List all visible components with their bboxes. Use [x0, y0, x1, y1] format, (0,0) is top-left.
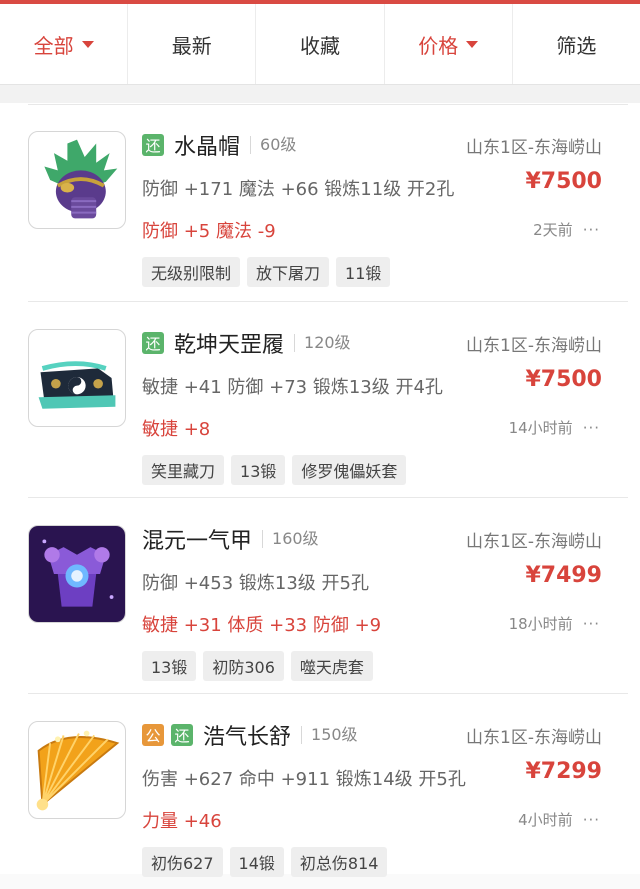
tab-price[interactable]: 价格: [385, 4, 513, 84]
item-name: 乾坤天罡履: [174, 333, 285, 358]
tab-label: 价格: [418, 33, 459, 58]
tab-latest[interactable]: 最新: [128, 4, 257, 84]
tag: 13锻: [231, 455, 286, 485]
item-level: 60级: [250, 136, 296, 154]
tab-filter[interactable]: 筛选: [513, 4, 640, 84]
tab-label: 全部: [33, 33, 74, 58]
item-title-row: 混元一气甲 160级: [142, 523, 319, 555]
item-stats: 伤害 +627 命中 +911 锻炼14级 开5孔: [142, 769, 466, 790]
server-name: 山东1区-东海崂山: [466, 336, 602, 356]
divider: [28, 497, 628, 498]
more-options-icon[interactable]: ···: [583, 811, 600, 829]
time-row: 14小时前 ···: [509, 417, 600, 438]
item-bonus: 力量 +46: [142, 811, 222, 832]
divider: [28, 693, 628, 694]
tab-label: 筛选: [556, 33, 597, 58]
server-name: 山东1区-东海崂山: [466, 138, 602, 158]
more-options-icon[interactable]: ···: [583, 615, 600, 633]
item-bonus: 防御 +5 魔法 -9: [142, 221, 276, 242]
item-stats: 防御 +453 锻炼13级 开5孔: [142, 573, 369, 594]
tag: 11锻: [336, 257, 391, 287]
item-level: 120级: [294, 334, 351, 352]
section-gap: [0, 85, 640, 103]
item-stats: 防御 +171 魔法 +66 锻炼11级 开2孔: [142, 179, 455, 200]
item-price: ¥7500: [525, 169, 602, 194]
time-row: 4小时前 ···: [518, 809, 600, 830]
tag: 14锻: [229, 847, 284, 877]
tag: 初伤627: [142, 847, 223, 877]
item-title-row: 还 乾坤天罡履 120级: [142, 327, 351, 359]
tag: 笑里藏刀: [142, 455, 225, 485]
caret-down-icon: [81, 40, 94, 48]
item-title-row: 公 还 浩气长舒 150级: [142, 719, 358, 751]
list-item[interactable]: 还 水晶帽 60级 山东1区-东海崂山 防御 +171 魔法 +66 锻炼11级…: [0, 103, 640, 299]
tag: 噬天虎套: [290, 651, 373, 681]
item-stats: 敏捷 +41 防御 +73 锻炼13级 开4孔: [142, 377, 443, 398]
tag: 无级别限制: [142, 257, 241, 287]
tag-list: 13锻 初防306 噬天虎套: [142, 651, 380, 681]
list-item[interactable]: 公 还 浩气长舒 150级 山东1区-东海崂山 伤害 +627 命中 +911 …: [0, 693, 640, 889]
item-bonus: 敏捷 +31 体质 +33 防御 +9: [142, 615, 382, 636]
tag: 初防306: [203, 651, 284, 681]
tag-list: 初伤627 14锻 初总伤814: [142, 847, 394, 877]
list-item[interactable]: 混元一气甲 160级 山东1区-东海崂山 防御 +453 锻炼13级 开5孔 ¥…: [0, 497, 640, 693]
listing-time: 4小时前: [518, 811, 573, 829]
tab-label: 收藏: [300, 33, 340, 58]
fan-icon: [28, 721, 126, 819]
item-price: ¥7499: [525, 563, 602, 588]
return-badge: 还: [142, 134, 164, 156]
filter-bar: 全部 最新 收藏 价格 筛选: [0, 4, 640, 85]
time-row: 2天前 ···: [533, 219, 600, 240]
item-list: 还 水晶帽 60级 山东1区-东海崂山 防御 +171 魔法 +66 锻炼11级…: [0, 103, 640, 877]
tag: 初总伤814: [290, 847, 388, 877]
public-badge: 公: [142, 724, 164, 746]
divider: [28, 301, 628, 302]
time-row: 18小时前 ···: [509, 613, 600, 634]
tab-favorites[interactable]: 收藏: [256, 4, 385, 84]
tag: 修罗傀儡妖套: [292, 455, 407, 485]
tab-label: 最新: [171, 33, 212, 58]
crystal-helmet-icon: [28, 131, 126, 229]
listing-time: 14小时前: [508, 419, 573, 437]
tag: 13锻: [142, 651, 197, 681]
listing-time: 2天前: [533, 221, 573, 239]
more-options-icon[interactable]: ···: [583, 221, 600, 239]
server-name: 山东1区-东海崂山: [466, 532, 602, 552]
item-price: ¥7299: [525, 759, 602, 784]
divider: [28, 104, 628, 105]
return-badge: 还: [142, 332, 164, 354]
item-bonus: 敏捷 +8: [142, 419, 211, 440]
shoes-icon: [28, 329, 126, 427]
more-options-icon[interactable]: ···: [583, 419, 600, 437]
armor-icon: [28, 525, 126, 623]
item-name: 混元一气甲: [142, 529, 253, 554]
server-name: 山东1区-东海崂山: [466, 728, 602, 748]
tag: 放下屠刀: [247, 257, 330, 287]
item-name: 浩气长舒: [203, 725, 292, 750]
item-name: 水晶帽: [174, 135, 241, 160]
tag-list: 笑里藏刀 13锻 修罗傀儡妖套: [142, 455, 413, 485]
tab-all[interactable]: 全部: [0, 4, 129, 84]
listing-time: 18小时前: [508, 615, 573, 633]
item-title-row: 还 水晶帽 60级: [142, 129, 296, 161]
list-item[interactable]: 还 乾坤天罡履 120级 山东1区-东海崂山 敏捷 +41 防御 +73 锻炼1…: [0, 301, 640, 497]
item-level: 160级: [262, 530, 319, 548]
return-badge: 还: [171, 724, 193, 746]
tag-list: 无级别限制 放下屠刀 11锻: [142, 257, 397, 287]
caret-down-icon: [466, 40, 479, 48]
item-price: ¥7500: [525, 367, 602, 392]
item-level: 150级: [301, 726, 358, 744]
